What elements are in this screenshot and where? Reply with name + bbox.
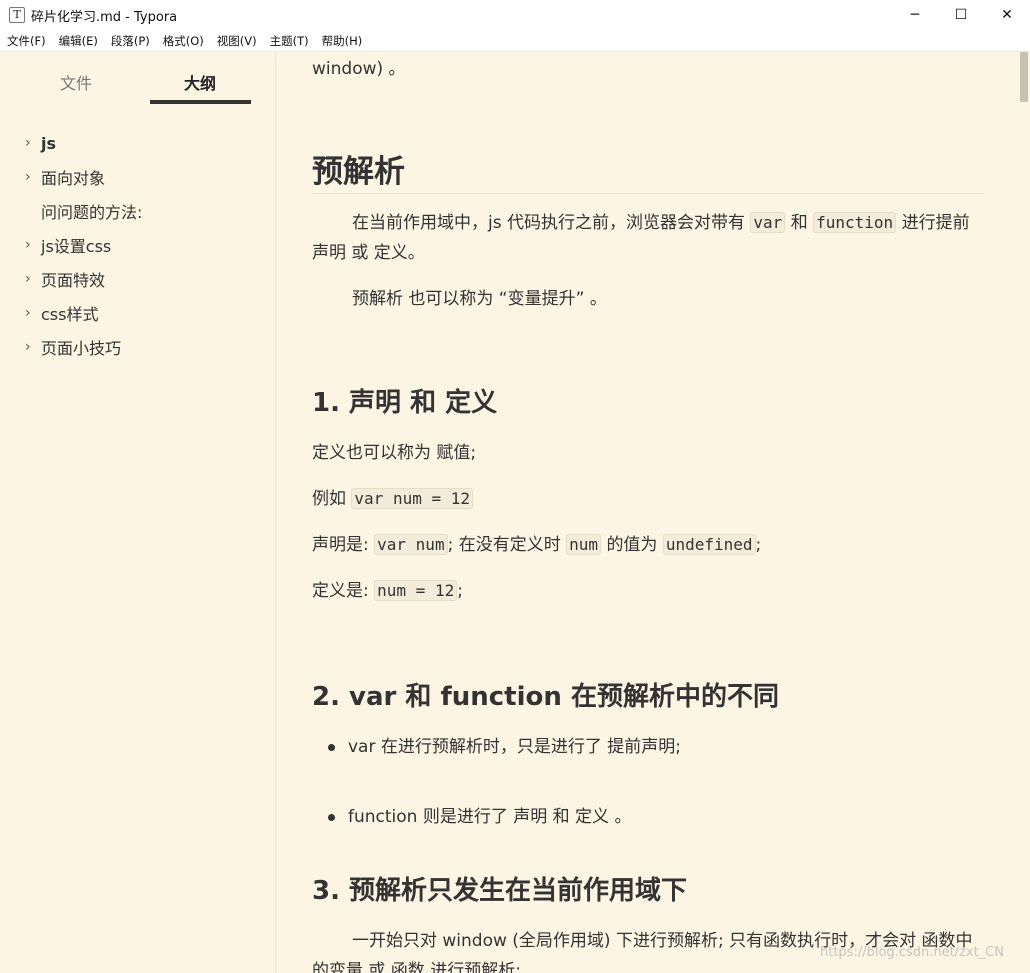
heading-2: 3. 预解析只发生在当前作用域下: [312, 876, 688, 906]
outline-item-oop[interactable]: › 面向对象: [0, 160, 276, 194]
inline-code: undefined: [662, 534, 756, 555]
inline-code: function: [813, 212, 897, 233]
list-item: function 则是进行了 声明 和 定义 。: [312, 802, 984, 832]
outline-item-tips[interactable]: › 页面小技巧: [0, 330, 276, 364]
chevron-right-icon[interactable]: ›: [25, 169, 31, 185]
outline-item-css[interactable]: › css样式: [0, 296, 276, 330]
text: 和: [790, 213, 808, 233]
tab-outline[interactable]: 大纲: [150, 70, 250, 94]
minimize-button[interactable]: ─: [892, 0, 938, 30]
inline-code: num = 12: [374, 580, 458, 601]
menu-edit[interactable]: 编辑(E): [53, 33, 104, 49]
outline-item-label: js: [41, 133, 57, 153]
text: 在当前作用域中，js 代码执行之前，浏览器会对带有: [352, 213, 745, 233]
chevron-right-icon[interactable]: ›: [25, 135, 31, 151]
paragraph: 声明是: var num; 在没有定义时 num 的值为 undefined;: [312, 530, 984, 560]
watermark: https://blog.csdn.net/zxt_CN: [820, 945, 1004, 960]
outline-item-label: css样式: [41, 305, 99, 324]
menu-bar: 文件(F) 编辑(E) 段落(P) 格式(O) 视图(V) 主题(T) 帮助(H…: [0, 30, 1030, 52]
outline-item-label: 页面特效: [41, 271, 106, 290]
menu-theme[interactable]: 主题(T): [264, 33, 315, 49]
inline-code: var num: [374, 534, 448, 555]
text: 的值为: [606, 535, 658, 555]
inline-code: var: [750, 212, 786, 233]
tab-files[interactable]: 文件: [26, 70, 126, 94]
text: 定义是:: [312, 581, 375, 601]
list-item: var 在进行预解析时，只是进行了 提前声明;: [312, 732, 984, 762]
menu-file[interactable]: 文件(F): [1, 33, 52, 49]
title-bar: T 碎片化学习.md - Typora ─ ☐ ✕: [0, 0, 1030, 30]
scrollbar-thumb[interactable]: [1020, 52, 1028, 102]
outline-item-label: 面向对象: [41, 169, 106, 188]
outline-item-ask[interactable]: 问问题的方法:: [0, 194, 276, 228]
text: ; 在没有定义时: [447, 535, 561, 555]
text: ;: [755, 535, 762, 555]
text: 例如: [312, 489, 346, 509]
chevron-right-icon[interactable]: ›: [25, 305, 31, 321]
paragraph: 预解析 也可以称为 “变量提升” 。: [352, 289, 607, 309]
paragraph: 定义是: num = 12;: [312, 576, 984, 606]
menu-help[interactable]: 帮助(H): [316, 33, 369, 49]
vertical-scrollbar[interactable]: [1018, 52, 1030, 973]
paragraph: 定义也可以称为 赋值;: [312, 443, 477, 463]
outline-item-js[interactable]: › js: [0, 126, 276, 160]
text: 声明是:: [312, 535, 375, 555]
text: ;: [457, 581, 463, 601]
paragraph: 例如 var num = 12: [312, 484, 984, 514]
maximize-button[interactable]: ☐: [938, 0, 984, 30]
heading-1: 预解析: [312, 146, 984, 194]
sidebar: 文件 大纲 › js › 面向对象 问问题的方法: › js设置css › 页面…: [0, 52, 276, 973]
window-controls: ─ ☐ ✕: [892, 0, 1030, 30]
close-button[interactable]: ✕: [984, 0, 1030, 30]
chevron-right-icon[interactable]: ›: [25, 271, 31, 287]
heading-2: 2. var 和 function 在预解析中的不同: [312, 682, 779, 712]
menu-format[interactable]: 格式(O): [157, 33, 210, 49]
window-title: 碎片化学习.md - Typora: [31, 9, 178, 25]
inline-code: var num = 12: [351, 488, 473, 509]
paragraph: window) 。: [312, 59, 406, 79]
outline-item-js-css[interactable]: › js设置css: [0, 228, 276, 262]
outline-item-effects[interactable]: › 页面特效: [0, 262, 276, 296]
outline-list: › js › 面向对象 问问题的方法: › js设置css › 页面特效 › c…: [0, 126, 276, 364]
outline-item-label: js设置css: [41, 237, 112, 256]
paragraph: 在当前作用域中，js 代码执行之前，浏览器会对带有 var 和 function…: [312, 208, 984, 268]
chevron-right-icon[interactable]: ›: [25, 237, 31, 253]
menu-paragraph[interactable]: 段落(P): [105, 33, 156, 49]
chevron-right-icon[interactable]: ›: [25, 339, 31, 355]
typora-app-icon: T: [9, 7, 25, 23]
inline-code: num: [566, 534, 602, 555]
menu-view[interactable]: 视图(V): [211, 33, 263, 49]
active-tab-indicator: [150, 100, 251, 104]
outline-item-label: 页面小技巧: [41, 339, 122, 358]
heading-2: 1. 声明 和 定义: [312, 388, 498, 418]
outline-item-label: 问问题的方法:: [41, 203, 143, 222]
editor-content[interactable]: window) 。 预解析 在当前作用域中，js 代码执行之前，浏览器会对带有 …: [277, 52, 1018, 973]
sidebar-tabs: 文件 大纲: [0, 52, 276, 106]
